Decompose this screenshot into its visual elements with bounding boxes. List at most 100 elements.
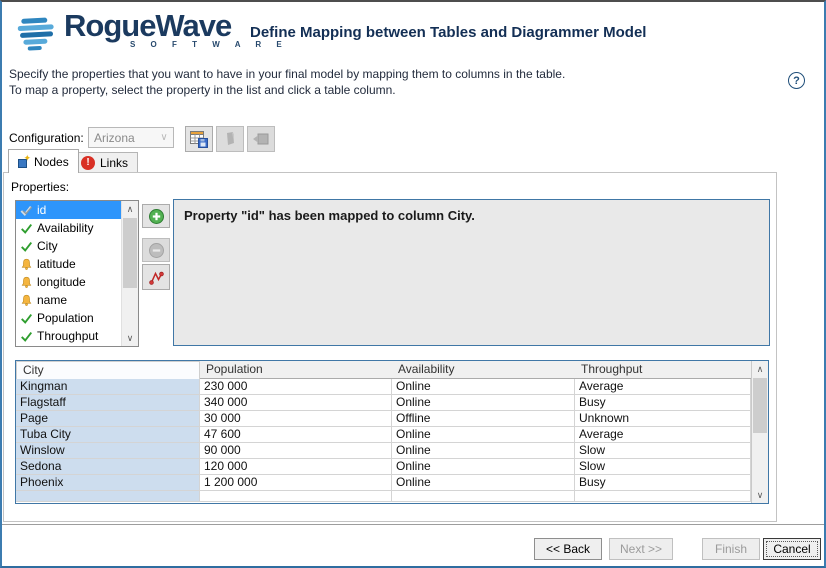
- check-icon: [20, 330, 33, 343]
- property-item-throughput[interactable]: Throughput: [16, 327, 125, 345]
- configuration-label: Configuration:: [9, 131, 84, 145]
- table-row: Flagstaff 340 000 Online Busy: [16, 395, 768, 411]
- tab-links[interactable]: ! Links: [71, 152, 138, 173]
- table-cell: Offline: [392, 411, 575, 427]
- configuration-select[interactable]: Arizona ∨: [88, 127, 174, 148]
- table-cell: [392, 491, 575, 502]
- column-header-throughput[interactable]: Throughput: [575, 361, 751, 380]
- table-cell: Page: [16, 411, 200, 427]
- property-item-label: latitude: [37, 257, 76, 271]
- property-item-label: id: [37, 203, 46, 217]
- table-cell: Average: [575, 379, 751, 395]
- table-cell: Online: [392, 379, 575, 395]
- table-cell: 47 600: [200, 427, 392, 443]
- scrollbar-thumb[interactable]: [753, 378, 767, 433]
- property-item-label: longitude: [37, 275, 86, 289]
- error-icon: !: [81, 156, 95, 170]
- wizard-dialog: RogueWave S O F T W A R E Define Mapping…: [0, 0, 826, 568]
- footer-separator: [2, 524, 824, 525]
- table-cell: [575, 491, 751, 502]
- property-item-city[interactable]: City: [16, 237, 125, 255]
- property-item-label: City: [37, 239, 58, 253]
- chevron-down-icon: ∨: [155, 132, 173, 143]
- import-configuration-button[interactable]: [247, 126, 275, 152]
- table-row: Winslow 90 000 Online Slow: [16, 443, 768, 459]
- table-cell: Average: [575, 427, 751, 443]
- remove-icon: [148, 242, 165, 259]
- property-item-label: Availability: [37, 221, 93, 235]
- table-cell: Tuba City: [16, 427, 200, 443]
- table-cell: Busy: [575, 475, 751, 491]
- scrollbar-thumb[interactable]: [123, 218, 137, 288]
- instruction-line-1: Specify the properties that you want to …: [9, 66, 565, 82]
- table-header-row: City Population Availability Throughput: [16, 361, 768, 379]
- property-item-latitude[interactable]: latitude: [16, 255, 125, 273]
- table-save-icon: [189, 129, 209, 149]
- unmap-icon: [148, 269, 165, 286]
- table-cell: Sedona: [16, 459, 200, 475]
- column-header-availability[interactable]: Availability: [392, 361, 575, 380]
- table-cell: [16, 491, 200, 502]
- table-cell: Kingman: [16, 379, 200, 395]
- property-item-label: Population: [37, 311, 94, 325]
- back-button[interactable]: << Back: [534, 538, 602, 560]
- scroll-down-icon[interactable]: ∨: [122, 330, 138, 346]
- table-cell: 90 000: [200, 443, 392, 459]
- table-cell: Online: [392, 459, 575, 475]
- roguewave-logo: RogueWave S O F T W A R E: [18, 10, 288, 52]
- table-cell: Slow: [575, 459, 751, 475]
- bell-icon: [20, 276, 33, 289]
- property-item-availability[interactable]: Availability: [16, 219, 125, 237]
- rename-configuration-button[interactable]: [216, 126, 244, 152]
- property-item-population[interactable]: Population: [16, 309, 125, 327]
- page-title: Define Mapping between Tables and Diagra…: [250, 24, 646, 41]
- tab-nodes[interactable]: ✦ Nodes: [8, 149, 79, 173]
- table-cell: Flagstaff: [16, 395, 200, 411]
- table-cell: Slow: [575, 443, 751, 459]
- table-cell: Unknown: [575, 411, 751, 427]
- property-item-label: name: [37, 293, 67, 307]
- table-cell: Online: [392, 395, 575, 411]
- instruction-line-2: To map a property, select the property i…: [9, 82, 565, 98]
- save-table-configuration-button[interactable]: [185, 126, 213, 152]
- column-header-population[interactable]: Population: [200, 361, 392, 380]
- table-cell: Online: [392, 427, 575, 443]
- add-property-button[interactable]: [142, 204, 170, 228]
- logo-subtitle-text: S O F T W A R E: [130, 40, 288, 49]
- wave-logo-icon: [17, 15, 61, 53]
- mapped-check-icon: [20, 204, 33, 217]
- column-header-city[interactable]: City: [16, 361, 200, 380]
- scroll-down-icon[interactable]: ∨: [752, 487, 768, 503]
- remove-property-button[interactable]: [142, 238, 170, 262]
- node-icon: ✦: [18, 156, 29, 168]
- properties-scrollbar[interactable]: ∧ ∨: [121, 201, 138, 346]
- unmap-property-button[interactable]: [142, 264, 170, 290]
- add-icon: [148, 208, 165, 225]
- mapping-status-message: Property "id" has been mapped to column …: [173, 199, 770, 346]
- table-cell: Online: [392, 443, 575, 459]
- next-button[interactable]: Next >>: [609, 538, 673, 560]
- property-item-longitude[interactable]: longitude: [16, 273, 125, 291]
- property-item-id[interactable]: id: [16, 201, 125, 219]
- table-row: Sedona 120 000 Online Slow: [16, 459, 768, 475]
- bell-icon: [20, 258, 33, 271]
- scroll-up-icon[interactable]: ∧: [752, 361, 768, 377]
- help-button[interactable]: ?: [788, 72, 805, 89]
- scroll-up-icon[interactable]: ∧: [122, 201, 138, 217]
- rename-configuration-icon: [221, 130, 239, 148]
- tab-nodes-label: Nodes: [34, 155, 69, 169]
- table-cell: 30 000: [200, 411, 392, 427]
- table-cell: 120 000: [200, 459, 392, 475]
- property-item-name[interactable]: name: [16, 291, 125, 309]
- help-icon: ?: [793, 75, 800, 87]
- table-scrollbar[interactable]: ∧ ∨: [751, 361, 768, 503]
- table-cell: Online: [392, 475, 575, 491]
- table-row-partial: [16, 491, 768, 502]
- data-table: City Population Availability Throughput …: [15, 360, 769, 504]
- table-row: Tuba City 47 600 Online Average: [16, 427, 768, 443]
- finish-button[interactable]: Finish: [702, 538, 760, 560]
- cancel-button[interactable]: Cancel: [763, 538, 821, 560]
- table-cell: 340 000: [200, 395, 392, 411]
- table-cell: 1 200 000: [200, 475, 392, 491]
- instructions: Specify the properties that you want to …: [9, 66, 565, 98]
